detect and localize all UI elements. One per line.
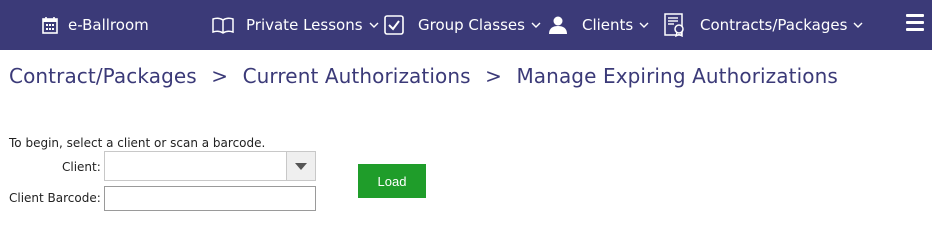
calendar-icon: [42, 16, 58, 34]
hamburger-icon[interactable]: [906, 14, 924, 34]
chevron-down-icon: [639, 21, 649, 29]
nav-item-contracts-packages[interactable]: Contracts/Packages: [664, 0, 863, 50]
nav-label-private-lessons: Private Lessons: [246, 16, 363, 34]
user-icon: [548, 15, 568, 35]
nav-label-contracts-packages: Contracts/Packages: [700, 16, 848, 34]
nav-item-clients[interactable]: Clients: [548, 0, 649, 50]
breadcrumb: Contract/Packages > Current Authorizatio…: [9, 64, 838, 88]
client-barcode-input[interactable]: [104, 186, 316, 211]
breadcrumb-item-contract-packages[interactable]: Contract/Packages: [9, 64, 197, 88]
breadcrumb-item-current-authorizations[interactable]: Current Authorizations: [243, 64, 471, 88]
checkbox-icon: [384, 15, 404, 35]
client-select[interactable]: [104, 151, 316, 181]
book-icon: [212, 16, 234, 34]
nav-item-private-lessons[interactable]: Private Lessons: [212, 0, 379, 50]
instructions-text: To begin, select a client or scan a barc…: [9, 136, 266, 150]
chevron-down-icon: [531, 21, 541, 29]
breadcrumb-separator: >: [485, 64, 502, 88]
client-label: Client:: [62, 160, 101, 174]
load-button[interactable]: Load: [358, 164, 426, 198]
dropdown-arrow-icon[interactable]: [286, 152, 315, 180]
nav-label-clients: Clients: [582, 16, 634, 34]
nav-label-group-classes: Group Classes: [418, 16, 525, 34]
breadcrumb-separator: >: [211, 64, 229, 88]
breadcrumb-item-manage-expiring: Manage Expiring Authorizations: [516, 64, 838, 88]
nav-item-group-classes[interactable]: Group Classes: [384, 0, 541, 50]
brand-link[interactable]: e-Ballroom: [42, 0, 149, 50]
brand-label: e-Ballroom: [68, 16, 149, 34]
client-barcode-label: Client Barcode:: [9, 191, 101, 205]
chevron-down-icon: [853, 21, 863, 29]
chevron-down-icon: [369, 21, 379, 29]
top-navigation-bar: e-Ballroom Private Lessons Group Classes: [0, 0, 932, 50]
certificate-icon: [664, 13, 686, 37]
